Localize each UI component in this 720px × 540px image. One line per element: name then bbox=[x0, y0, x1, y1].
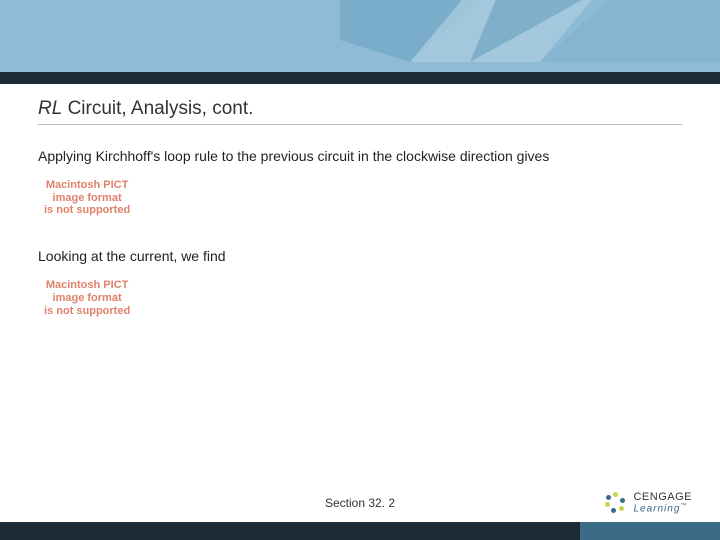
paragraph-1: Applying Kirchhoff's loop rule to the pr… bbox=[38, 147, 682, 165]
slide: RL Circuit, Analysis, cont. Applying Kir… bbox=[0, 0, 720, 540]
footer-accent-bar bbox=[580, 522, 720, 540]
pict-line: Macintosh PICT bbox=[44, 179, 130, 192]
logo-mark-icon bbox=[605, 492, 627, 514]
pict-line: is not supported bbox=[44, 204, 130, 217]
pict-line: image format bbox=[44, 192, 130, 205]
pict-line: Macintosh PICT bbox=[44, 279, 130, 292]
content-area: RL Circuit, Analysis, cont. Applying Kir… bbox=[0, 84, 720, 347]
header-dark-bar bbox=[0, 72, 720, 84]
pict-placeholder-1: Macintosh PICT image format is not suppo… bbox=[44, 177, 130, 219]
footer: Section 32. 2 CENGAGE Learning™ bbox=[0, 486, 720, 540]
slide-title: RL Circuit, Analysis, cont. bbox=[38, 98, 682, 125]
header-band bbox=[0, 0, 720, 72]
paragraph-2: Looking at the current, we find bbox=[38, 247, 682, 265]
title-rest: Circuit, Analysis, cont. bbox=[62, 98, 253, 119]
pict-line: is not supported bbox=[44, 305, 130, 318]
title-italic: RL bbox=[38, 98, 62, 119]
section-label: Section 32. 2 bbox=[325, 496, 395, 510]
header-geometry bbox=[340, 0, 720, 72]
logo-brand: CENGAGE bbox=[633, 492, 692, 503]
logo-text: CENGAGE Learning™ bbox=[633, 492, 692, 514]
pict-placeholder-2: Macintosh PICT image format is not suppo… bbox=[44, 277, 130, 319]
pict-line: image format bbox=[44, 292, 130, 305]
logo-sub: Learning™ bbox=[633, 503, 692, 514]
cengage-logo: CENGAGE Learning™ bbox=[605, 492, 692, 514]
